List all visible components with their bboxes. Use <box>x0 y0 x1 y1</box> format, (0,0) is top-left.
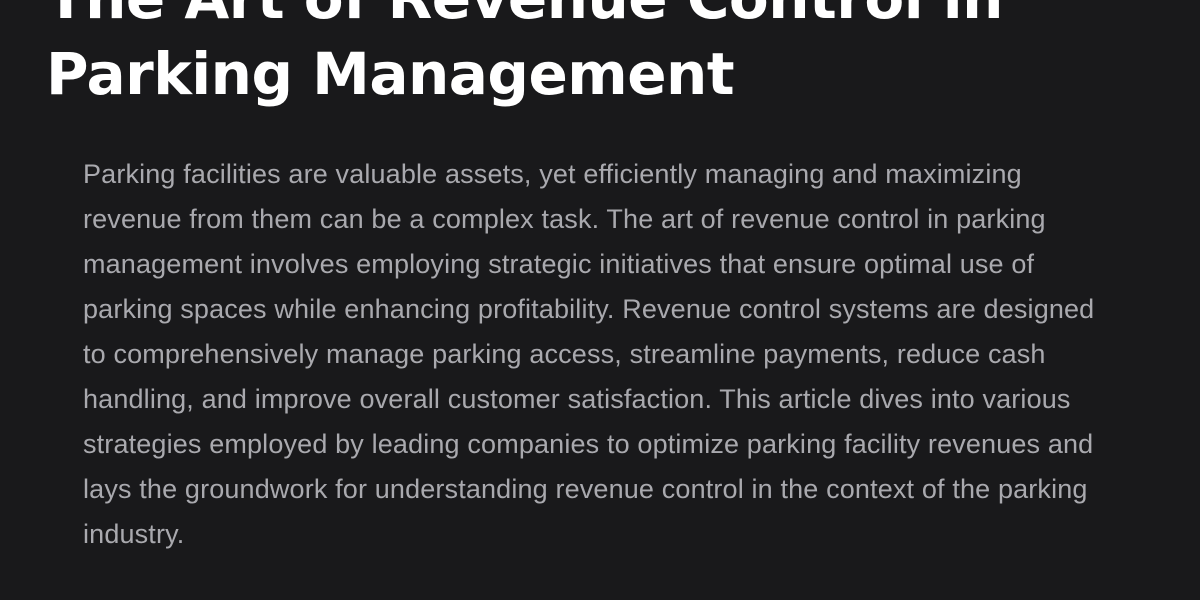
article-title: The Art of Revenue Control in Parking Ma… <box>46 0 1003 108</box>
article-page: The Art of Revenue Control in Parking Ma… <box>0 0 1200 600</box>
article-intro-paragraph: Parking facilities are valuable assets, … <box>83 159 1095 549</box>
